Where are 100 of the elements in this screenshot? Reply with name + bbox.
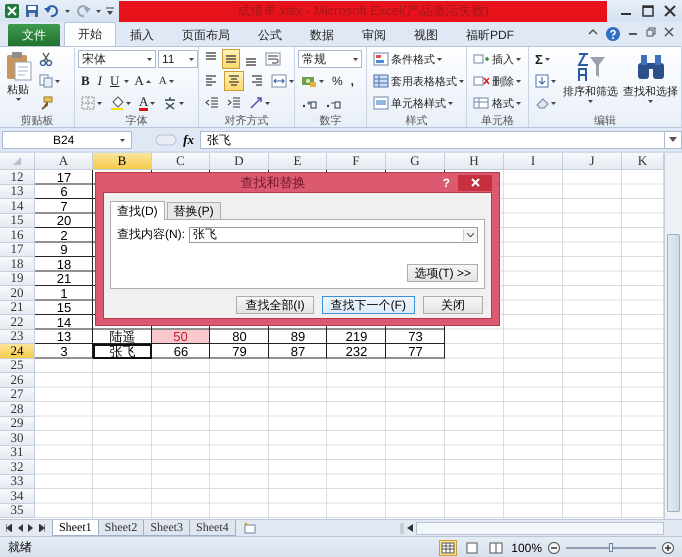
expand-icon[interactable] xyxy=(669,137,677,143)
dialog-tab[interactable]: 查找(D) xyxy=(110,201,165,220)
align-button[interactable] xyxy=(224,71,244,91)
help-icon[interactable] xyxy=(606,27,620,41)
italic-button[interactable]: I xyxy=(94,71,106,91)
zoom-slider-thumb[interactable] xyxy=(609,542,613,552)
row-header[interactable]: 21 xyxy=(0,300,35,315)
row-header[interactable]: 13 xyxy=(0,184,35,199)
find-field[interactable]: 张飞 xyxy=(189,226,478,242)
number-format-field[interactable]: 常规 xyxy=(298,50,362,68)
zoom-level[interactable]: 100% xyxy=(511,540,542,554)
sheet-tab[interactable]: Sheet4 xyxy=(189,520,236,536)
cells-menu-button[interactable]: 删除 xyxy=(470,71,524,91)
cells-menu-button[interactable]: 插入 xyxy=(470,49,524,69)
ribbon-tab[interactable]: 公式 xyxy=(244,24,296,46)
column-header[interactable]: C xyxy=(152,153,210,170)
scrollbar-thumb[interactable] xyxy=(667,234,680,512)
column-header[interactable]: I xyxy=(504,153,563,170)
collapse-ribbon-icon[interactable] xyxy=(588,27,598,37)
row-header[interactable]: 19 xyxy=(0,272,35,286)
underline-button[interactable]: U xyxy=(107,71,122,91)
scroll-left-icon[interactable] xyxy=(407,524,413,532)
row-header[interactable]: 25 xyxy=(0,358,35,373)
column-header[interactable]: K xyxy=(622,153,664,170)
page-break-button[interactable] xyxy=(487,540,506,556)
new-sheet-icon[interactable] xyxy=(242,522,258,534)
row-header[interactable]: 32 xyxy=(0,460,35,474)
help-button[interactable]: ? xyxy=(442,176,450,190)
ribbon-tab[interactable]: 开始 xyxy=(64,22,116,46)
column-header[interactable]: A xyxy=(35,153,93,170)
row-header[interactable]: 16 xyxy=(0,228,35,242)
zoom-out-icon[interactable] xyxy=(548,542,560,554)
ribbon-tab[interactable]: 数据 xyxy=(296,24,348,46)
ribbon-tab[interactable]: 审阅 xyxy=(348,24,400,46)
column-header[interactable]: F xyxy=(327,153,386,170)
undo-icon[interactable] xyxy=(44,4,60,18)
column-header[interactable]: E xyxy=(269,153,327,170)
row-header[interactable]: 23 xyxy=(0,330,35,344)
dialog-button[interactable]: 关闭 xyxy=(423,296,483,314)
row-header[interactable]: 17 xyxy=(0,242,35,257)
row-header[interactable]: 12 xyxy=(0,170,35,184)
column-header[interactable]: H xyxy=(445,153,504,170)
save-icon[interactable] xyxy=(25,4,39,18)
ribbon-tab[interactable]: 福昕PDF xyxy=(452,24,528,46)
name-box[interactable]: B24 xyxy=(2,131,132,149)
prev-sheet-icon[interactable] xyxy=(17,524,23,532)
ribbon-tab[interactable]: 页面布局 xyxy=(168,24,244,46)
horizontal-scrollbar[interactable] xyxy=(416,522,664,534)
dropdown-icon[interactable] xyxy=(467,232,474,236)
row-header[interactable]: 18 xyxy=(0,257,35,272)
styles-menu-button[interactable]: 条件格式 xyxy=(370,49,445,69)
percent-button[interactable]: % xyxy=(329,71,346,91)
sort-filter-button[interactable]: 排序和筛选 xyxy=(562,49,619,113)
restore-icon[interactable] xyxy=(646,27,656,37)
row-header[interactable]: 34 xyxy=(0,489,35,504)
options-button[interactable]: 选项(T) >> xyxy=(407,264,478,282)
shrink-font-button[interactable]: A xyxy=(156,71,177,91)
align-button[interactable] xyxy=(222,49,240,69)
close-icon[interactable] xyxy=(664,5,676,17)
row-header[interactable]: 30 xyxy=(0,431,35,446)
last-sheet-icon[interactable] xyxy=(39,524,45,532)
normal-view-button[interactable] xyxy=(439,540,458,556)
sheet-tab[interactable]: Sheet3 xyxy=(143,520,190,536)
grow-font-button[interactable]: A xyxy=(131,71,154,91)
font-color-button[interactable]: A xyxy=(136,93,158,113)
row-header[interactable]: 24 xyxy=(0,344,35,358)
row-header[interactable]: 29 xyxy=(0,416,35,431)
sheet-tab[interactable]: Sheet1 xyxy=(52,520,99,536)
dialog-tab[interactable]: 替换(P) xyxy=(166,202,221,219)
formula-field[interactable]: 张飞 xyxy=(200,131,665,149)
row-header[interactable]: 28 xyxy=(0,402,35,416)
insert-function-button[interactable]: fx xyxy=(183,132,194,148)
row-header[interactable]: 15 xyxy=(0,214,35,228)
autosum-button[interactable]: Σ xyxy=(532,49,553,69)
row-header[interactable]: 33 xyxy=(0,474,35,489)
row-header[interactable]: 27 xyxy=(0,388,35,402)
first-sheet-icon[interactable] xyxy=(6,524,12,532)
next-sheet-icon[interactable] xyxy=(28,524,34,532)
ribbon-tab[interactable]: 视图 xyxy=(400,24,452,46)
close-icon[interactable] xyxy=(664,27,674,37)
comma-button[interactable]: , xyxy=(348,71,358,91)
file-tab[interactable]: 文件 xyxy=(8,24,60,46)
customize-toolbar-icon[interactable] xyxy=(106,6,114,16)
find-select-button[interactable]: 查找和选择 xyxy=(622,49,679,113)
dialog-button[interactable]: 查找下一个(F) xyxy=(322,296,415,314)
column-header[interactable]: B xyxy=(93,153,152,170)
zoom-in-icon[interactable] xyxy=(662,542,674,554)
column-header[interactable]: J xyxy=(563,153,622,170)
styles-menu-button[interactable]: 套用表格格式 xyxy=(370,71,467,91)
column-header[interactable]: D xyxy=(210,153,269,170)
row-header[interactable]: 26 xyxy=(0,373,35,388)
ribbon-tab[interactable]: 插入 xyxy=(116,24,168,46)
dialog-button[interactable]: 查找全部(I) xyxy=(236,296,314,314)
row-header[interactable]: 31 xyxy=(0,446,35,460)
cells-menu-button[interactable]: 格式 xyxy=(470,93,524,113)
styles-menu-button[interactable]: 单元格样式 xyxy=(370,93,456,113)
font-size-field[interactable]: 11 xyxy=(158,50,198,68)
row-header[interactable]: 20 xyxy=(0,286,35,300)
sheet-tab[interactable]: Sheet2 xyxy=(98,520,144,536)
row-header[interactable]: 14 xyxy=(0,199,35,214)
